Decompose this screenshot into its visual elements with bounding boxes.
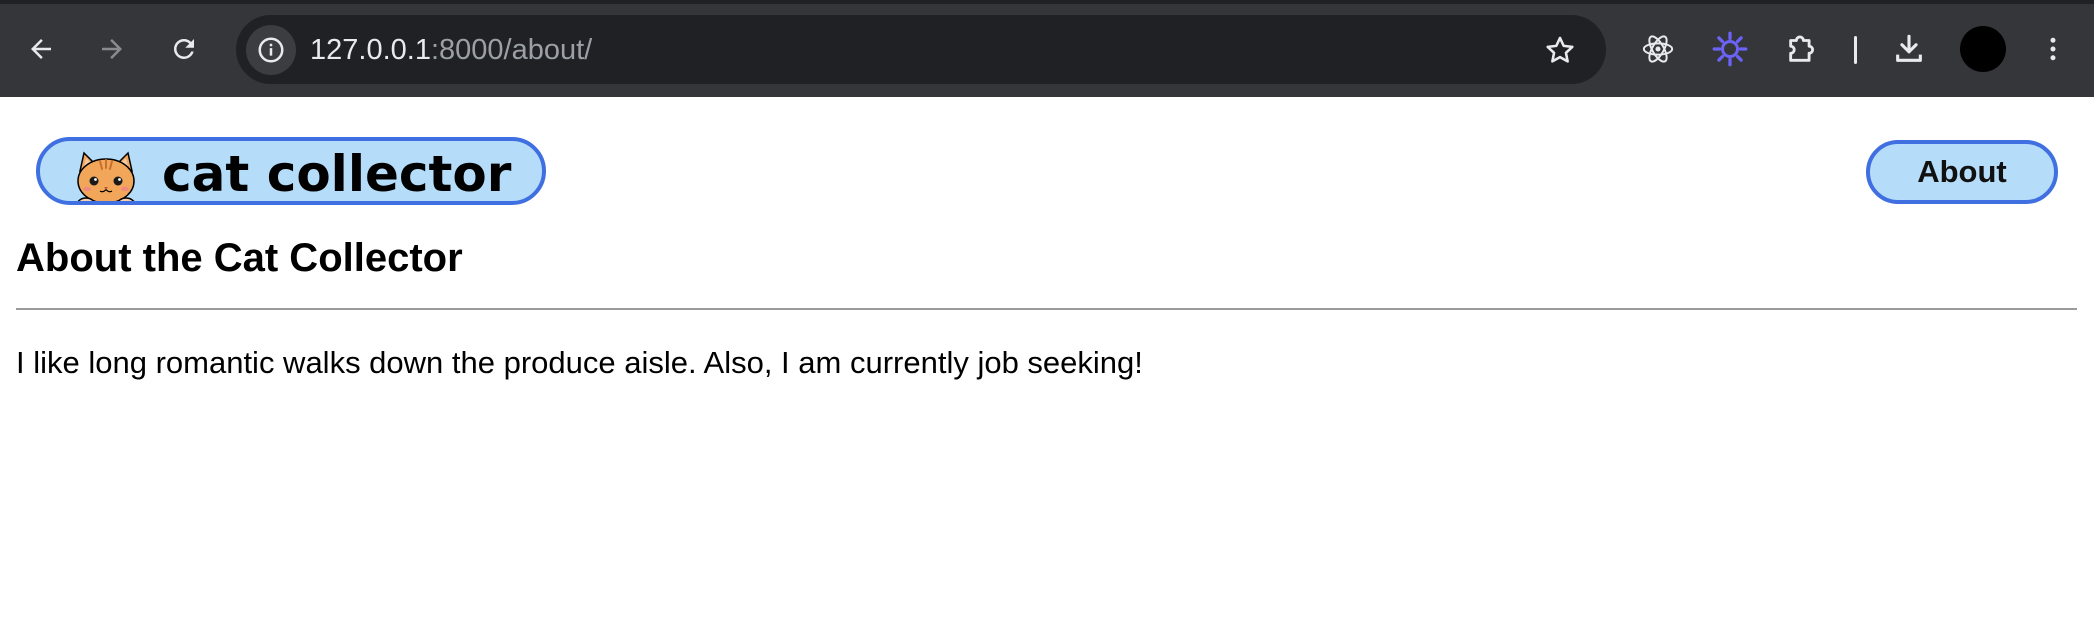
site-logo-link[interactable]: cat collector [36,137,546,205]
extensions-button[interactable] [1777,24,1827,74]
site-logo-text: cat collector [162,145,512,203]
page-content: cat collector About About the Cat Collec… [0,97,2094,626]
url-path: :8000/about/ [430,34,593,66]
url-host: 127.0.0.1 [310,34,431,66]
arrow-left-icon [31,39,51,59]
arrow-right-icon [102,39,122,59]
downloads-button[interactable] [1884,24,1934,74]
divider [16,308,2077,310]
kebab-menu-icon [2050,37,2056,61]
puzzle-piece-icon [1789,35,1815,62]
toolbar-separator [1854,36,1857,64]
page-title: About the Cat Collector [16,236,463,280]
profile-avatar[interactable] [1960,26,2006,72]
nav-about-link[interactable]: About [1866,140,2058,204]
about-paragraph: I like long romantic walks down the prod… [16,345,1143,380]
star-icon [1546,36,1574,63]
browser-menu-button[interactable] [2028,24,2078,74]
react-atom-icon [1642,35,1674,63]
reload-icon [173,38,194,59]
browser-toolbar: 127.0.0.1:8000/about/ [0,0,2094,97]
purple-extension-button[interactable] [1705,24,1755,74]
site-info-button[interactable] [246,25,296,75]
forward-button[interactable] [89,26,135,72]
bookmark-button[interactable] [1542,32,1578,68]
info-icon [258,37,284,63]
back-button[interactable] [18,26,64,72]
url-text[interactable]: 127.0.0.1:8000/about/ [310,33,592,67]
purple-sunburst-icon [1712,31,1748,67]
reload-button[interactable] [161,26,207,72]
download-icon [1896,34,1922,62]
react-devtools-extension-button[interactable] [1633,24,1683,74]
cat-logo-icon [77,151,135,201]
address-bar[interactable]: 127.0.0.1:8000/about/ [236,15,1606,84]
